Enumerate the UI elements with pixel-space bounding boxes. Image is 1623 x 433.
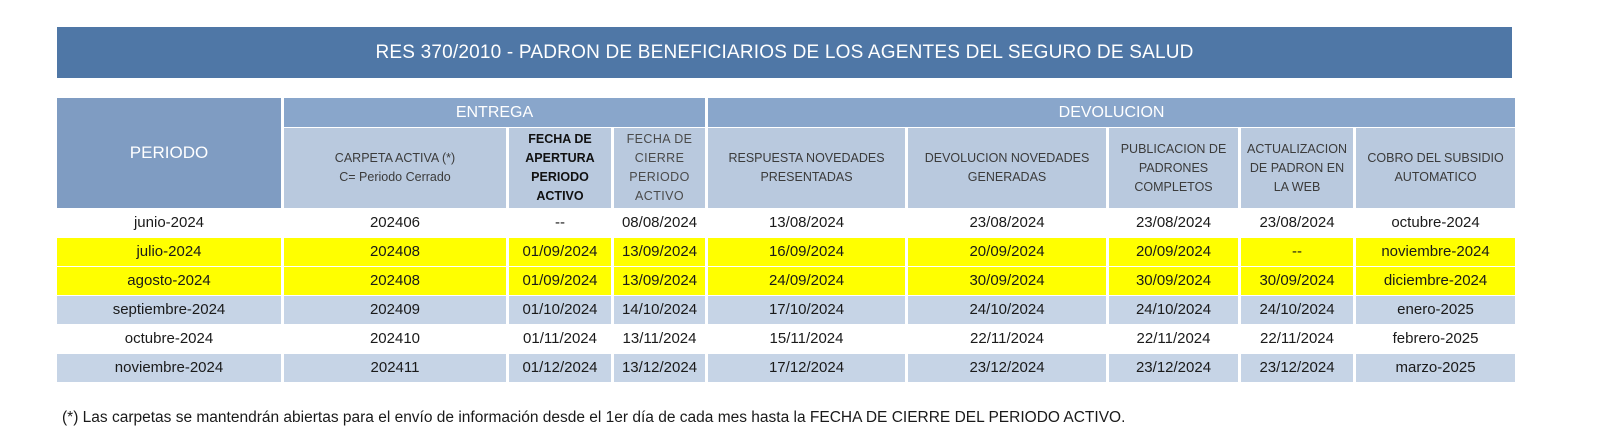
cell-periodo: septiembre-2024 — [57, 296, 281, 324]
cell-publicacion: 30/09/2024 — [1109, 267, 1239, 295]
cell-respuesta: 15/11/2024 — [708, 325, 906, 353]
cell-devolucion: 23/08/2024 — [908, 209, 1107, 237]
cell-actualizacion: 30/09/2024 — [1241, 267, 1354, 295]
table-row: agosto-2024 202408 01/09/2024 13/09/2024 24/… — [57, 267, 1516, 295]
cell-fecha-apertura: -- — [509, 209, 611, 237]
cell-carpeta: 202411 — [284, 354, 506, 382]
cell-fecha-apertura: 01/09/2024 — [509, 267, 611, 295]
cell-publicacion: 20/09/2024 — [1109, 238, 1239, 266]
cell-devolucion: 20/09/2024 — [908, 238, 1107, 266]
cell-fecha-apertura: 01/11/2024 — [509, 325, 611, 353]
cell-devolucion: 24/10/2024 — [908, 296, 1107, 324]
cell-fecha-cierre: 13/09/2024 — [614, 238, 706, 266]
cell-periodo: noviembre-2024 — [57, 354, 281, 382]
cell-publicacion: 22/11/2024 — [1109, 325, 1239, 353]
cell-carpeta: 202408 — [284, 238, 506, 266]
cell-respuesta: 17/10/2024 — [708, 296, 906, 324]
table-row: octubre-2024 202410 01/11/2024 13/11/2024 15… — [57, 325, 1516, 353]
cell-fecha-cierre: 08/08/2024 — [614, 209, 706, 237]
cell-fecha-cierre: 13/11/2024 — [614, 325, 706, 353]
header-devolucion-novedades: DEVOLUCION NOVEDADES GENERADAS — [908, 128, 1107, 208]
cell-fecha-cierre: 14/10/2024 — [614, 296, 706, 324]
cell-devolucion: 30/09/2024 — [908, 267, 1107, 295]
header-carpeta-activa-line1: CARPETA ACTIVA (*) — [334, 151, 456, 165]
cell-cobro: diciembre-2024 — [1356, 267, 1516, 295]
cell-respuesta: 24/09/2024 — [708, 267, 906, 295]
cell-periodo: octubre-2024 — [57, 325, 281, 353]
table-body: junio-2024 202406 -- 08/08/2024 13/08/2024 23… — [57, 209, 1516, 382]
header-cobro-subsidio: COBRO DEL SUBSIDIO AUTOMATICO — [1356, 128, 1516, 208]
header-carpeta-activa: CARPETA ACTIVA (*) C= Periodo Cerrado — [284, 128, 506, 208]
cell-respuesta: 17/12/2024 — [708, 354, 906, 382]
padron-table: PERIODO ENTREGA DEVOLUCION CARPETA ACTIV… — [54, 97, 1518, 383]
header-carpeta-activa-line2: C= Periodo Cerrado — [339, 170, 451, 184]
header-respuesta-novedades: RESPUESTA NOVEDADES PRESENTADAS — [708, 128, 906, 208]
cell-respuesta: 16/09/2024 — [708, 238, 906, 266]
cell-actualizacion: 24/10/2024 — [1241, 296, 1354, 324]
cell-cobro: noviembre-2024 — [1356, 238, 1516, 266]
cell-carpeta: 202409 — [284, 296, 506, 324]
cell-fecha-cierre: 13/12/2024 — [614, 354, 706, 382]
table-row: septiembre-2024 202409 01/10/2024 14/10/202… — [57, 296, 1516, 324]
cell-publicacion: 23/08/2024 — [1109, 209, 1239, 237]
cell-periodo: agosto-2024 — [57, 267, 281, 295]
cell-periodo: junio-2024 — [57, 209, 281, 237]
cell-actualizacion: 23/12/2024 — [1241, 354, 1354, 382]
cell-devolucion: 23/12/2024 — [908, 354, 1107, 382]
cell-publicacion: 23/12/2024 — [1109, 354, 1239, 382]
header-periodo: PERIODO — [57, 98, 281, 208]
cell-carpeta: 202410 — [284, 325, 506, 353]
cell-carpeta: 202406 — [284, 209, 506, 237]
table-row: julio-2024 202408 01/09/2024 13/09/2024 16/0… — [57, 238, 1516, 266]
page-title: RES 370/2010 - PADRON DE BENEFICIARIOS D… — [57, 27, 1512, 78]
header-devolucion: DEVOLUCION — [708, 98, 1516, 127]
table-row: noviembre-2024 202411 01/12/2024 13/12/2024… — [57, 354, 1516, 382]
cell-actualizacion: -- — [1241, 238, 1354, 266]
cell-cobro: enero-2025 — [1356, 296, 1516, 324]
cell-fecha-apertura: 01/12/2024 — [509, 354, 611, 382]
table-row: junio-2024 202406 -- 08/08/2024 13/08/2024 23… — [57, 209, 1516, 237]
cell-fecha-apertura: 01/09/2024 — [509, 238, 611, 266]
cell-actualizacion: 22/11/2024 — [1241, 325, 1354, 353]
cell-respuesta: 13/08/2024 — [708, 209, 906, 237]
cell-cobro: marzo-2025 — [1356, 354, 1516, 382]
cell-carpeta: 202408 — [284, 267, 506, 295]
header-entrega: ENTREGA — [284, 98, 706, 127]
cell-devolucion: 22/11/2024 — [908, 325, 1107, 353]
cell-actualizacion: 23/08/2024 — [1241, 209, 1354, 237]
cell-cobro: febrero-2025 — [1356, 325, 1516, 353]
cell-publicacion: 24/10/2024 — [1109, 296, 1239, 324]
header-actualizacion-padron: ACTUALIZACION DE PADRON EN LA WEB — [1241, 128, 1354, 208]
cell-periodo: julio-2024 — [57, 238, 281, 266]
header-publicacion-padrones: PUBLICACION DE PADRONES COMPLETOS — [1109, 128, 1239, 208]
cell-fecha-apertura: 01/10/2024 — [509, 296, 611, 324]
header-fecha-apertura: FECHA DE APERTURA PERIODO ACTIVO — [509, 128, 611, 208]
footnote: (*) Las carpetas se mantendrán abiertas … — [62, 409, 1126, 426]
cell-cobro: octubre-2024 — [1356, 209, 1516, 237]
cell-fecha-cierre: 13/09/2024 — [614, 267, 706, 295]
header-fecha-cierre: FECHA DE CIERRE PERIODO ACTIVO — [614, 128, 706, 208]
